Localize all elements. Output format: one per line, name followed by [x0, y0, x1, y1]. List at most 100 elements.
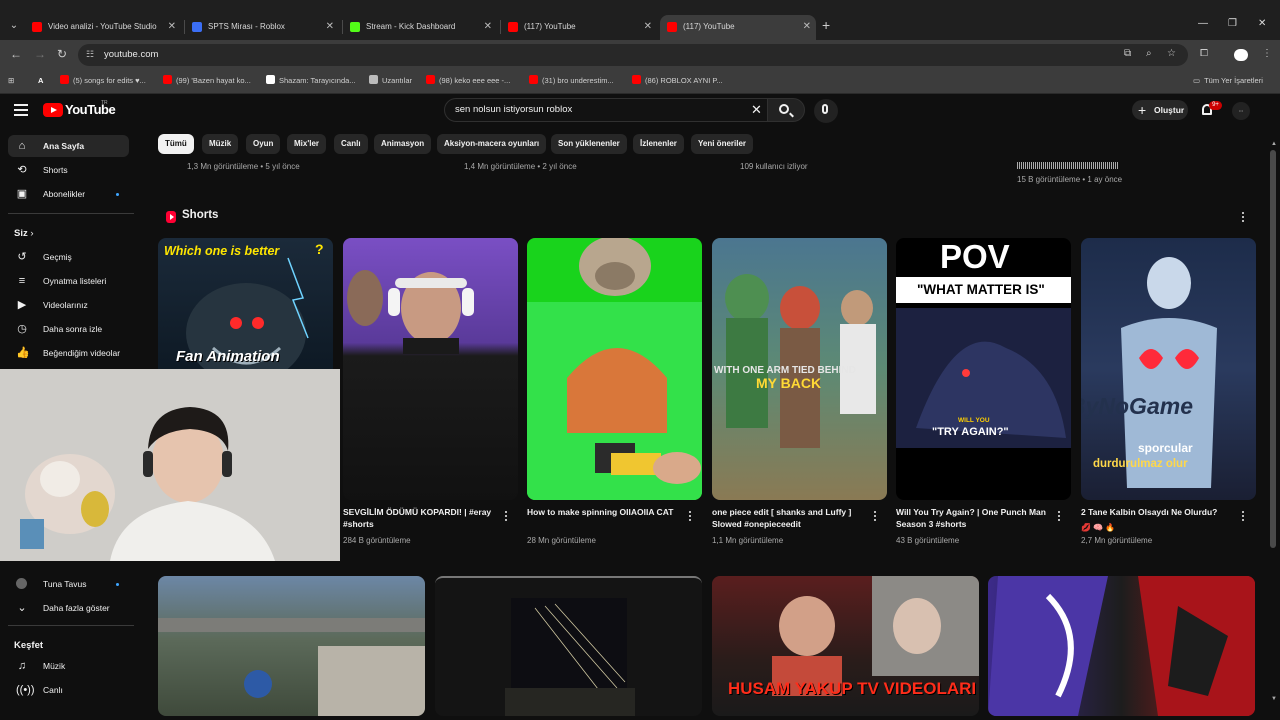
short-thumbnail[interactable]	[343, 238, 518, 500]
scroll-up-icon[interactable]: ▲	[1271, 141, 1277, 147]
short-thumbnail[interactable]: ByNoGame sporcular durdurulmaz olur	[1081, 238, 1256, 500]
short-thumbnail[interactable]	[527, 238, 702, 500]
video-thumbnail[interactable]: HUSAM YAKUP TV VIDEOLARI İZLİYOR	[712, 576, 979, 716]
chip-new-to-you[interactable]: Yeni öneriler	[691, 134, 754, 154]
sidebar-item-watch-later[interactable]: ◷ Daha sonra izle	[8, 318, 129, 340]
site-info-icon[interactable]: ☷	[86, 49, 98, 61]
more-options-icon[interactable]	[874, 511, 877, 522]
restore-icon[interactable]: ❐	[1228, 18, 1237, 29]
sidebar-item-liked-videos[interactable]: 👍 Beğendiğim videolar	[8, 342, 129, 364]
sidebar-item-live[interactable]: ((•)) Canlı	[8, 679, 129, 701]
clear-search-icon[interactable]: ✕	[751, 102, 762, 118]
close-icon[interactable]: ✕	[168, 16, 176, 38]
more-options-icon[interactable]	[1058, 511, 1061, 522]
sidebar-explore-heading: Keşfet	[14, 640, 44, 651]
sidebar-item-your-videos[interactable]: ▶ Videolarınız	[8, 294, 129, 316]
search-icon[interactable]	[779, 104, 789, 114]
tab-youtube-active[interactable]: (117) YouTube ✕	[667, 16, 811, 38]
bookmark-star-icon[interactable]: ☆	[1167, 48, 1176, 59]
close-window-icon[interactable]: ✕	[1258, 18, 1266, 29]
close-icon[interactable]: ✕	[803, 16, 811, 38]
short-title[interactable]: Will You Try Again? | One Punch Man Seas…	[896, 506, 1046, 530]
more-options-icon[interactable]	[689, 511, 692, 522]
profile-avatar-icon[interactable]	[1234, 49, 1248, 61]
short-thumbnail[interactable]: WITH ONE ARM TIED BEHIND MY BACK	[712, 238, 887, 500]
sidebar-item-label: Müzik	[43, 661, 66, 671]
sidebar-item-playlists[interactable]: ≡ Oynatma listeleri	[8, 270, 129, 292]
video-thumbnail[interactable]	[988, 576, 1255, 716]
minimize-icon[interactable]: —	[1198, 18, 1208, 29]
close-icon[interactable]: ✕	[326, 16, 334, 38]
more-options-icon[interactable]	[505, 511, 508, 522]
bookmark-item[interactable]: Uzantılar	[369, 74, 412, 88]
more-options-icon[interactable]	[1242, 212, 1245, 223]
sidebar-item-history[interactable]: ↺ Geçmiş	[8, 246, 129, 268]
new-tab-button[interactable]: +	[822, 17, 830, 33]
chip-action-adventure[interactable]: Aksiyon-macera oyunları	[437, 134, 547, 154]
forward-icon[interactable]: →	[34, 47, 46, 61]
bookmark-item[interactable]: (5) songs for edits ♥...	[60, 74, 146, 88]
short-title[interactable]: one piece edit [ shanks and Luffy ] Slow…	[712, 506, 862, 530]
new-content-dot	[116, 193, 119, 196]
chip-animation[interactable]: Animasyon	[374, 134, 432, 154]
install-app-icon[interactable]: ⧉	[1124, 48, 1131, 59]
sidebar-item-home[interactable]: ⌂ Ana Sayfa	[8, 135, 129, 157]
thumbnail-overlay-text: sporcular	[1138, 441, 1193, 455]
puzzle-icon	[369, 75, 378, 84]
sidebar-item-music[interactable]: ♫ Müzik	[8, 655, 129, 677]
create-button[interactable]: + Oluştur	[1132, 100, 1188, 120]
bookmark-item[interactable]: (98) keko eee eee -...	[426, 74, 510, 88]
extensions-icon[interactable]: ⧠	[1200, 48, 1208, 59]
account-avatar[interactable]: •••	[1232, 102, 1250, 120]
tab-search-chevron-icon[interactable]: ⌄	[6, 17, 22, 35]
video-thumbnail[interactable]	[435, 576, 702, 716]
more-options-icon[interactable]	[1242, 511, 1245, 522]
chip-recently-uploaded[interactable]: Son yüklenenler	[551, 134, 627, 154]
sidebar-you-heading[interactable]: Siz ›	[14, 228, 34, 239]
sidebar-item-subscriptions[interactable]: ▣ Abonelikler	[8, 183, 129, 205]
short-thumbnail[interactable]: POV "WHAT MATTER IS" WILL YOU "TRY AGAIN…	[896, 238, 1071, 500]
bookmark-item[interactable]: (31) bro underestim...	[529, 74, 614, 88]
url-text[interactable]: youtube.com	[104, 49, 158, 60]
bookmark-label: Uzantılar	[382, 76, 413, 85]
chip-live[interactable]: Canlı	[334, 134, 368, 154]
hamburger-menu-icon[interactable]	[14, 104, 28, 116]
sidebar-item-label: Oynatma listeleri	[43, 276, 107, 286]
browser-menu-icon[interactable]: ⋮	[1262, 48, 1272, 59]
all-bookmarks-folder[interactable]: ▭ Tüm Yer İşaretleri	[1193, 74, 1263, 88]
search-query-text[interactable]: sen nolsun istiyorsun roblox	[455, 104, 572, 115]
youtube-favicon-icon	[508, 22, 518, 32]
chip-gaming[interactable]: Oyun	[246, 134, 281, 154]
short-title[interactable]: 2 Tane Kalbin Olsaydı Ne Olurdu?	[1081, 506, 1231, 518]
bookmark-item[interactable]: (99) 'Bazen hayat ko...	[163, 74, 251, 88]
tab-youtube-studio[interactable]: Video analizi - YouTube Studio ✕	[32, 16, 176, 38]
close-icon[interactable]: ✕	[484, 16, 492, 38]
close-icon[interactable]: ✕	[644, 16, 652, 38]
bookmark-item[interactable]: A	[38, 74, 43, 88]
video-thumbnail[interactable]	[158, 576, 425, 716]
chip-watched[interactable]: İzlenenler	[633, 134, 684, 154]
sidebar-item-subscription-channel[interactable]: Tuna Tavus	[8, 573, 129, 595]
youtube-favicon-icon	[163, 75, 172, 84]
short-title[interactable]: SEVGİLİM ÖDÜMÜ KOPARDI! | #eray #shorts	[343, 506, 493, 530]
thumbnail-overlay-text: "WHAT MATTER IS"	[917, 282, 1045, 297]
mic-icon[interactable]	[822, 104, 828, 114]
url-bar[interactable]	[78, 44, 1188, 66]
back-icon[interactable]: ←	[10, 47, 22, 61]
short-title[interactable]: How to make spinning OIIAOIIA CAT	[527, 506, 677, 518]
reload-icon[interactable]: ↻	[57, 47, 67, 61]
chip-mixes[interactable]: Mix'ler	[287, 134, 327, 154]
sidebar-item-show-more[interactable]: ⌄ Daha fazla göster	[8, 597, 129, 619]
scroll-down-icon[interactable]: ▼	[1271, 696, 1277, 702]
chip-all[interactable]: Tümü	[158, 134, 194, 154]
zoom-icon[interactable]: ⌕	[1146, 48, 1152, 59]
apps-grid-icon[interactable]: ⊞	[8, 74, 14, 88]
page-scrollbar-thumb[interactable]	[1270, 150, 1276, 548]
bookmark-item[interactable]: (86) ROBLOX AYNI P...	[632, 74, 723, 88]
chip-music[interactable]: Müzik	[202, 134, 239, 154]
tab-youtube-1[interactable]: (117) YouTube ✕	[508, 16, 652, 38]
tab-kick-dashboard[interactable]: Stream - Kick Dashboard ✕	[350, 16, 492, 38]
tab-roblox[interactable]: SPTS Mirası - Roblox ✕	[192, 16, 334, 38]
sidebar-item-shorts[interactable]: ⟲ Shorts	[8, 159, 129, 181]
bookmark-item[interactable]: Shazam: Tarayıcında...	[266, 74, 356, 88]
